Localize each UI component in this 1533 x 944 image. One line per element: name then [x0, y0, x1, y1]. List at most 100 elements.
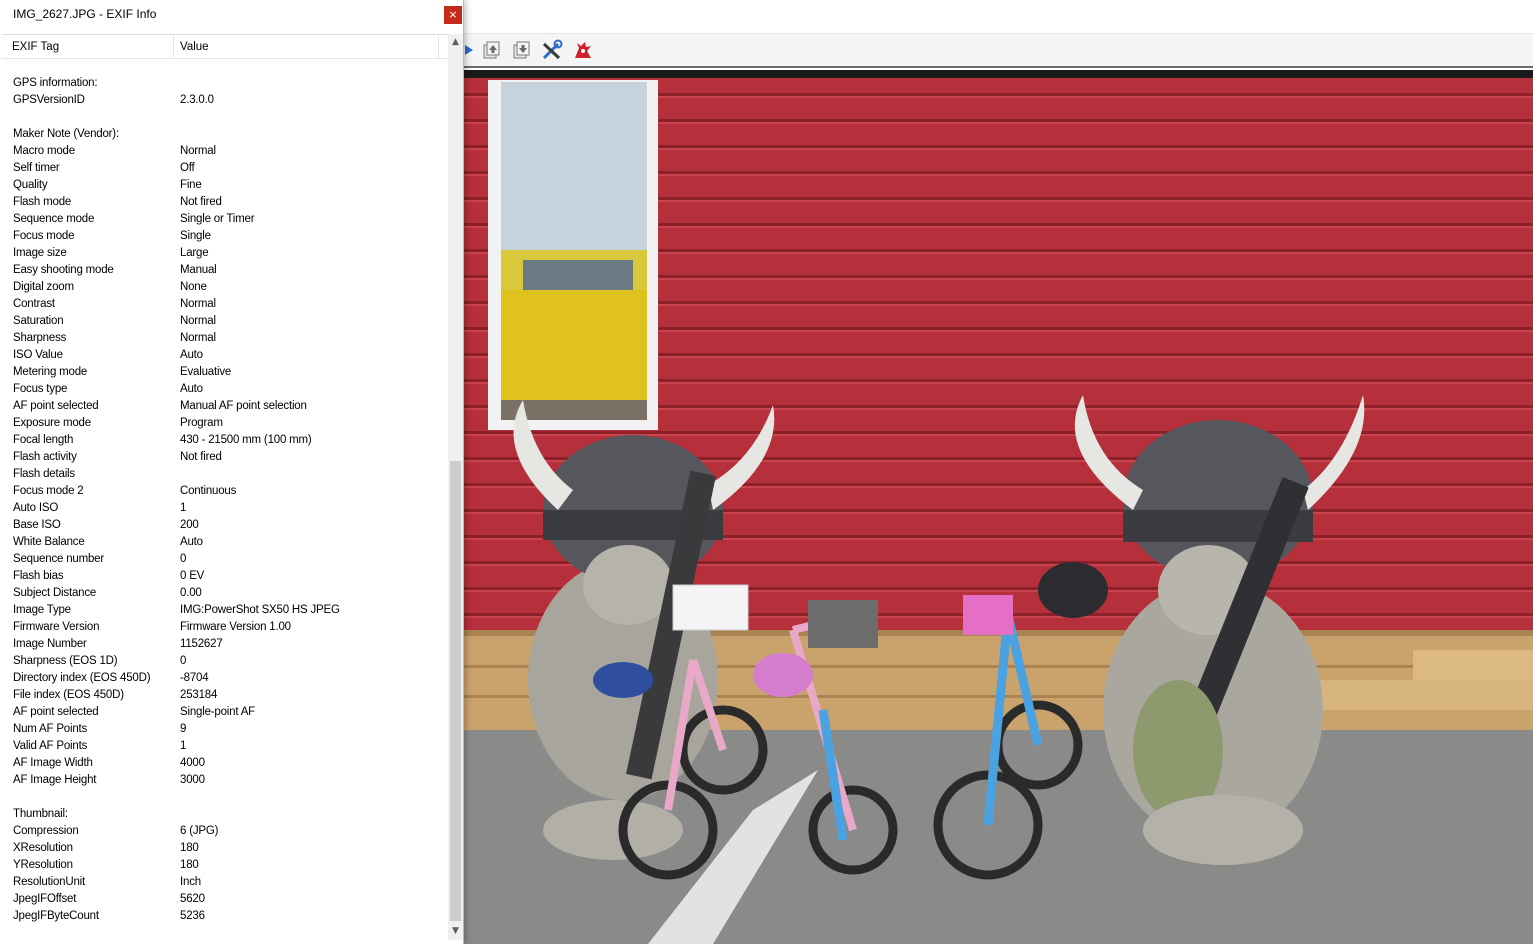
table-row[interactable]: Thumbnail: — [2, 807, 448, 824]
exif-value-cell: Auto — [180, 383, 203, 395]
table-row[interactable]: Num AF Points 9 — [2, 722, 448, 739]
table-row[interactable]: File index (EOS 450D) 253184 — [2, 688, 448, 705]
table-row[interactable]: Flash activity Not fired — [2, 450, 448, 467]
table-row[interactable]: Valid AF Points 1 — [2, 739, 448, 756]
exif-value-cell: 5620 — [180, 893, 205, 905]
table-row[interactable]: Maker Note (Vendor): — [2, 127, 448, 144]
scrollbar-thumb[interactable] — [450, 461, 461, 921]
table-row[interactable]: AF Image Height 3000 — [2, 773, 448, 790]
exif-tag-cell: XResolution — [13, 842, 73, 854]
exif-tag-cell: File index (EOS 450D) — [13, 689, 124, 701]
table-row[interactable]: Auto ISO 1 — [2, 501, 448, 518]
table-row[interactable]: Self timer Off — [2, 161, 448, 178]
table-row[interactable]: Focal length 430 - 21500 mm (100 mm) — [2, 433, 448, 450]
close-icon: × — [448, 8, 458, 21]
scroll-down-arrow-icon[interactable]: ▼ — [448, 923, 463, 940]
exif-value-cell: 1152627 — [180, 638, 223, 650]
table-row[interactable]: JpegIFByteCount 5236 — [2, 909, 448, 926]
table-row[interactable]: Flash mode Not fired — [2, 195, 448, 212]
table-row[interactable]: YResolution 180 — [2, 858, 448, 875]
table-row[interactable]: Quality Fine — [2, 178, 448, 195]
exif-value-cell: 430 - 21500 mm (100 mm) — [180, 434, 312, 446]
exif-tag-cell: Maker Note (Vendor): — [13, 128, 119, 140]
table-row[interactable]: Sequence mode Single or Timer — [2, 212, 448, 229]
table-row[interactable]: Image Number 1152627 — [2, 637, 448, 654]
table-row[interactable]: Sharpness Normal — [2, 331, 448, 348]
table-row[interactable]: XResolution 180 — [2, 841, 448, 858]
move-up-icon[interactable] — [479, 38, 503, 62]
exif-value-cell: Manual — [180, 264, 217, 276]
exif-tag-cell: Contrast — [13, 298, 55, 310]
exif-tag-cell: ISO Value — [13, 349, 63, 361]
table-row[interactable]: Base ISO 200 — [2, 518, 448, 535]
table-row[interactable]: Image size Large — [2, 246, 448, 263]
table-row[interactable]: Metering mode Evaluative — [2, 365, 448, 382]
exif-value-cell: 180 — [180, 859, 199, 871]
table-row[interactable]: Saturation Normal — [2, 314, 448, 331]
exif-tag-cell: Self timer — [13, 162, 60, 174]
table-row[interactable]: Focus mode 2 Continuous — [2, 484, 448, 501]
scroll-up-arrow-icon[interactable]: ▲ — [448, 34, 463, 51]
table-row[interactable]: Compression 6 (JPG) — [2, 824, 448, 841]
table-row[interactable]: Digital zoom None — [2, 280, 448, 297]
exif-value-cell: Not fired — [180, 196, 222, 208]
exif-tag-cell: GPSVersionID — [13, 94, 85, 106]
table-row[interactable]: Focus mode Single — [2, 229, 448, 246]
exif-value-cell: Single or Timer — [180, 213, 255, 225]
move-down-icon[interactable] — [509, 38, 533, 62]
exif-value-cell: Normal — [180, 315, 216, 327]
table-row[interactable]: Easy shooting mode Manual — [2, 263, 448, 280]
table-row[interactable]: AF point selected Single-point AF — [2, 705, 448, 722]
table-row[interactable]: Subject Distance 0.00 — [2, 586, 448, 603]
table-row[interactable]: Sharpness (EOS 1D) 0 — [2, 654, 448, 671]
exif-info-dialog: IMG_2627.JPG - EXIF Info × EXIF Tag Valu… — [0, 0, 464, 944]
table-row[interactable]: ResolutionUnit Inch — [2, 875, 448, 892]
column-divider[interactable] — [173, 35, 174, 59]
exif-value-cell: Program — [180, 417, 223, 429]
exif-tag-cell: Macro mode — [13, 145, 75, 157]
table-row[interactable]: Contrast Normal — [2, 297, 448, 314]
table-row[interactable]: Flash bias 0 EV — [2, 569, 448, 586]
exif-value-cell: Single — [180, 230, 211, 242]
table-row[interactable]: ISO Value Auto — [2, 348, 448, 365]
vertical-scrollbar[interactable]: ▲ ▼ — [448, 34, 463, 940]
exif-value-cell: 0.00 — [180, 587, 202, 599]
table-row[interactable]: Macro mode Normal — [2, 144, 448, 161]
table-row[interactable]: GPSVersionID 2.3.0.0 — [2, 93, 448, 110]
viewer-titlebar — [463, 0, 1533, 34]
column-header-value[interactable]: Value — [180, 41, 209, 53]
table-row[interactable]: Exposure mode Program — [2, 416, 448, 433]
table-row[interactable] — [2, 59, 448, 76]
exif-value-cell: Firmware Version 1.00 — [180, 621, 291, 633]
table-row[interactable]: Focus type Auto — [2, 382, 448, 399]
table-row[interactable]: White Balance Auto — [2, 535, 448, 552]
exif-tag-cell: Image size — [13, 247, 67, 259]
exif-value-cell: 1 — [180, 502, 187, 514]
exif-list[interactable]: EXIF Tag Value GPS information: GPSVersio… — [2, 34, 448, 940]
table-row[interactable]: GPS information: — [2, 76, 448, 93]
table-row[interactable]: Image Type IMG:PowerShot SX50 HS JPEG — [2, 603, 448, 620]
table-row[interactable]: Directory index (EOS 450D) -8704 — [2, 671, 448, 688]
table-row[interactable]: AF point selected Manual AF point selecti… — [2, 399, 448, 416]
exif-value-cell: 6 (JPG) — [180, 825, 219, 837]
table-row[interactable]: AF Image Width 4000 — [2, 756, 448, 773]
column-header-tag[interactable]: EXIF Tag — [12, 41, 59, 53]
close-button[interactable]: × — [444, 6, 462, 24]
exif-value-cell: 5236 — [180, 910, 205, 922]
exif-tag-cell: Image Type — [13, 604, 71, 616]
tools-icon[interactable] — [540, 38, 564, 62]
exif-value-cell: 0 — [180, 553, 187, 565]
exif-tag-cell: Saturation — [13, 315, 64, 327]
table-row[interactable] — [2, 110, 448, 127]
table-row[interactable]: Flash details — [2, 467, 448, 484]
table-row[interactable] — [2, 790, 448, 807]
exif-tag-cell: Sequence number — [13, 553, 104, 565]
table-row[interactable]: Firmware Version Firmware Version 1.00 — [2, 620, 448, 637]
table-row[interactable]: JpegIFOffset 5620 — [2, 892, 448, 909]
table-row[interactable]: Sequence number 0 — [2, 552, 448, 569]
column-divider[interactable] — [438, 35, 439, 59]
exif-value-cell: 180 — [180, 842, 199, 854]
dialog-titlebar[interactable]: IMG_2627.JPG - EXIF Info × — [0, 0, 463, 30]
exit-icon[interactable] — [571, 38, 595, 62]
exif-value-cell: Auto — [180, 349, 203, 361]
